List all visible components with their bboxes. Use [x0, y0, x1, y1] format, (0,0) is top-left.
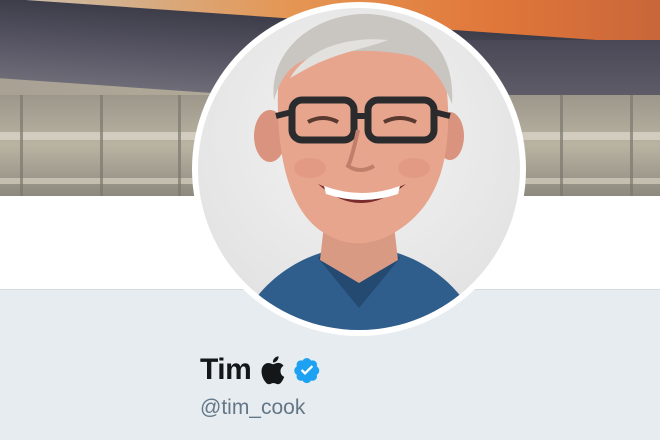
avatar-portrait [238, 13, 480, 330]
profile-display-name[interactable]: Tim [200, 353, 252, 387]
banner-mullion [20, 95, 23, 196]
banner-mullion [100, 95, 103, 196]
verified-badge-icon [294, 358, 320, 384]
avatar[interactable] [192, 2, 526, 336]
banner-mullion [630, 95, 633, 196]
profile-handle[interactable]: @tim_cook [200, 396, 305, 420]
banner-mullion [178, 95, 181, 196]
profile-name-row: Tim [200, 350, 321, 390]
avatar-photo [198, 8, 520, 330]
apple-logo-icon [261, 356, 285, 385]
banner-mullion [560, 95, 563, 196]
